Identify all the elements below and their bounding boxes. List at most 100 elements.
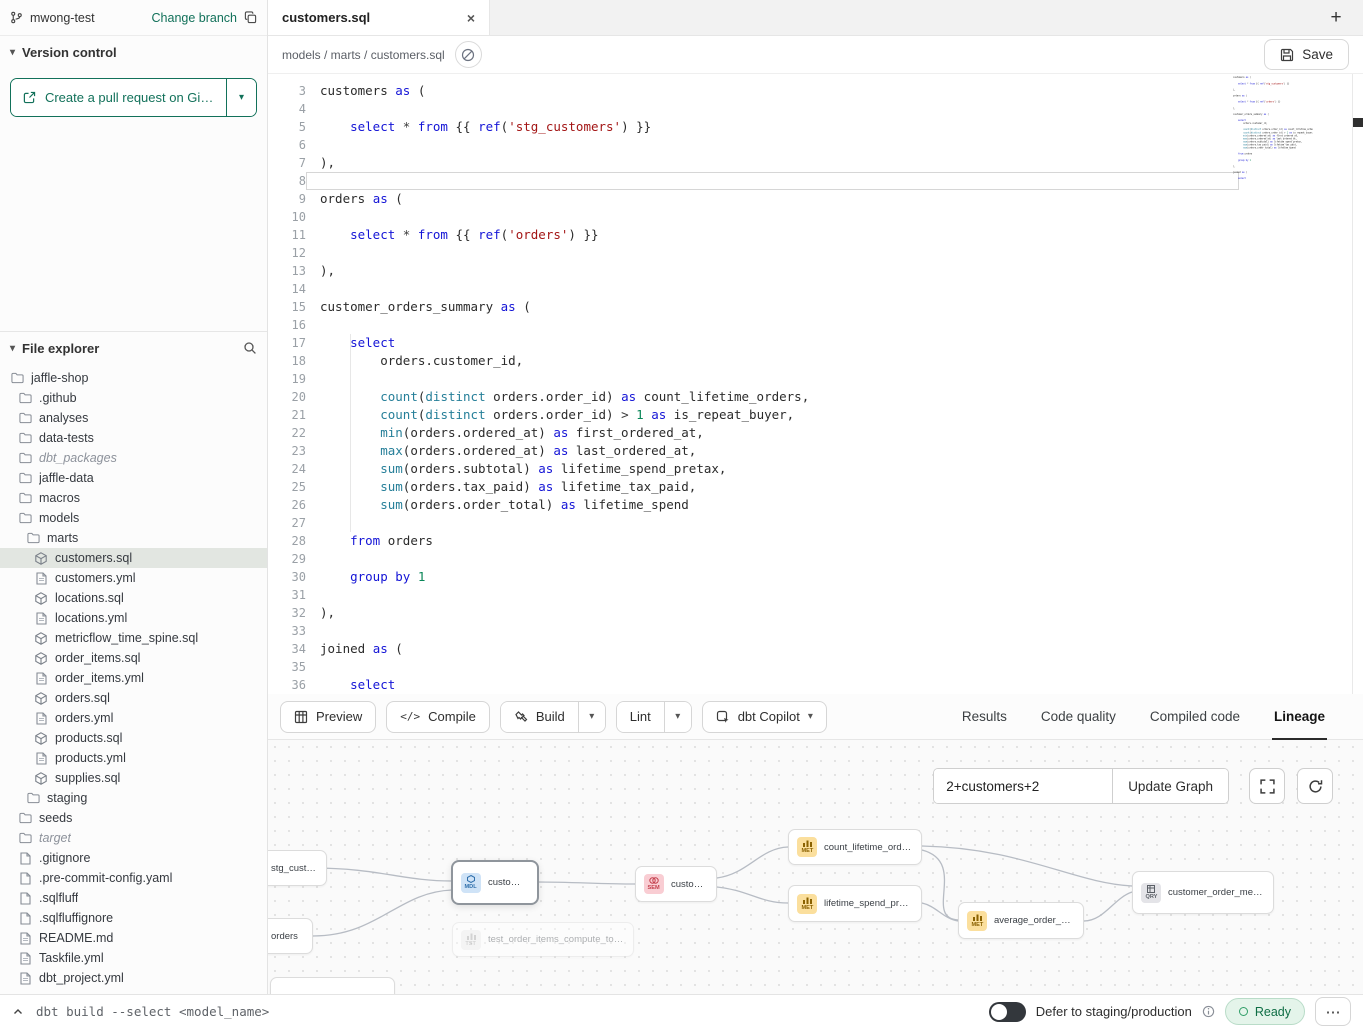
code-line-26[interactable]: 26 sum(orders.order_total) as lifetime_s… bbox=[268, 496, 1363, 514]
file-explorer-header[interactable]: ▾ File explorer bbox=[0, 332, 267, 364]
code-line-13[interactable]: 13), bbox=[268, 262, 1363, 280]
code-line-24[interactable]: 24 sum(orders.subtotal) as lifetime_spen… bbox=[268, 460, 1363, 478]
code-line-21[interactable]: 21 count(distinct orders.order_id) > 1 a… bbox=[268, 406, 1363, 424]
lineage-node-customers[interactable]: MDLcustomers bbox=[452, 861, 538, 904]
code-editor[interactable]: 3customers as (45 select * from {{ ref('… bbox=[268, 74, 1363, 694]
create-pr-button[interactable]: Create a pull request on Git... bbox=[11, 79, 226, 116]
lint-dropdown-button[interactable]: ▾ bbox=[664, 702, 691, 732]
tree-item-seeds[interactable]: seeds bbox=[0, 808, 267, 828]
tree-item-.sqlfluffignore[interactable]: .sqlfluffignore bbox=[0, 908, 267, 928]
code-line-34[interactable]: 34joined as ( bbox=[268, 640, 1363, 658]
tree-item-.pre-commit-config.yaml[interactable]: .pre-commit-config.yaml bbox=[0, 868, 267, 888]
code-line-15[interactable]: 15customer_orders_summary as ( bbox=[268, 298, 1363, 316]
lineage-node-partial[interactable] bbox=[270, 977, 395, 994]
code-line-5[interactable]: 5 select * from {{ ref('stg_customers') … bbox=[268, 118, 1363, 136]
preview-button[interactable]: Preview bbox=[280, 701, 376, 733]
result-tab-lineage[interactable]: Lineage bbox=[1274, 694, 1325, 740]
search-icon[interactable] bbox=[243, 341, 257, 355]
code-line-10[interactable]: 10 bbox=[268, 208, 1363, 226]
new-tab-button[interactable]: + bbox=[1319, 1, 1353, 35]
code-line-9[interactable]: 9orders as ( bbox=[268, 190, 1363, 208]
code-line-32[interactable]: 32), bbox=[268, 604, 1363, 622]
result-tab-code-quality[interactable]: Code quality bbox=[1041, 694, 1116, 740]
tree-item-orders.sql[interactable]: orders.sql bbox=[0, 688, 267, 708]
code-line-29[interactable]: 29 bbox=[268, 550, 1363, 568]
tree-item-staging[interactable]: staging bbox=[0, 788, 267, 808]
code-line-18[interactable]: 18 orders.customer_id, bbox=[268, 352, 1363, 370]
tree-item-products.yml[interactable]: products.yml bbox=[0, 748, 267, 768]
code-line-14[interactable]: 14 bbox=[268, 280, 1363, 298]
lineage-node-average_order_value[interactable]: METaverage_order_value bbox=[958, 902, 1084, 939]
tree-item-Taskfile.yml[interactable]: Taskfile.yml bbox=[0, 948, 267, 968]
tree-item-target[interactable]: target bbox=[0, 828, 267, 848]
more-options-button[interactable]: ⋯ bbox=[1315, 997, 1351, 1026]
lineage-node-stg_customers[interactable]: MDLstg_customers bbox=[268, 850, 327, 886]
tree-item-marts[interactable]: marts bbox=[0, 528, 267, 548]
code-line-7[interactable]: 7), bbox=[268, 154, 1363, 172]
code-line-4[interactable]: 4 bbox=[268, 100, 1363, 118]
refresh-button[interactable] bbox=[1297, 768, 1333, 804]
tab-customers-sql[interactable]: customers.sql × bbox=[268, 0, 490, 35]
code-line-33[interactable]: 33 bbox=[268, 622, 1363, 640]
tree-item-supplies.sql[interactable]: supplies.sql bbox=[0, 768, 267, 788]
code-line-17[interactable]: 17 select bbox=[268, 334, 1363, 352]
code-line-36[interactable]: 36 select bbox=[268, 676, 1363, 694]
tree-item-.gitignore[interactable]: .gitignore bbox=[0, 848, 267, 868]
change-branch-link[interactable]: Change branch bbox=[152, 11, 237, 25]
lineage-node-test_order_items_compute_to_bools...[interactable]: TSTtest_order_items_compute_to_bools... bbox=[452, 922, 634, 957]
editor-scrollbar[interactable] bbox=[1352, 74, 1363, 694]
create-pr-dropdown-button[interactable]: ▾ bbox=[226, 79, 256, 116]
tree-item-dbt_packages[interactable]: dbt_packages bbox=[0, 448, 267, 468]
lineage-selector-input[interactable] bbox=[934, 769, 1112, 803]
code-line-6[interactable]: 6 bbox=[268, 136, 1363, 154]
tree-item-dbt_project.yml[interactable]: dbt_project.yml bbox=[0, 968, 267, 988]
tree-item-products.sql[interactable]: products.sql bbox=[0, 728, 267, 748]
code-line-19[interactable]: 19 bbox=[268, 370, 1363, 388]
code-line-27[interactable]: 27 bbox=[268, 514, 1363, 532]
tree-item-locations.yml[interactable]: locations.yml bbox=[0, 608, 267, 628]
tree-item-orders.yml[interactable]: orders.yml bbox=[0, 708, 267, 728]
tree-item-.sqlfluff[interactable]: .sqlfluff bbox=[0, 888, 267, 908]
code-line-16[interactable]: 16 bbox=[268, 316, 1363, 334]
minimap[interactable]: customers as ( select * from {{ ref('stg… bbox=[1233, 76, 1313, 196]
close-icon[interactable]: × bbox=[467, 10, 475, 26]
build-button[interactable]: Build bbox=[501, 702, 578, 732]
tree-item-locations.sql[interactable]: locations.sql bbox=[0, 588, 267, 608]
code-line-25[interactable]: 25 sum(orders.tax_paid) as lifetime_tax_… bbox=[268, 478, 1363, 496]
code-line-31[interactable]: 31 bbox=[268, 586, 1363, 604]
update-graph-button[interactable]: Update Graph bbox=[1112, 769, 1228, 803]
chevron-up-icon[interactable] bbox=[12, 1006, 24, 1018]
tree-item-customers.yml[interactable]: customers.yml bbox=[0, 568, 267, 588]
fullscreen-button[interactable] bbox=[1249, 768, 1285, 804]
lineage-node-customers[interactable]: SEMcustomers bbox=[635, 866, 717, 902]
code-line-3[interactable]: 3customers as ( bbox=[268, 82, 1363, 100]
result-tab-compiled-code[interactable]: Compiled code bbox=[1150, 694, 1240, 740]
build-dropdown-button[interactable]: ▾ bbox=[578, 702, 605, 732]
tree-item-analyses[interactable]: analyses bbox=[0, 408, 267, 428]
info-icon[interactable] bbox=[1202, 1005, 1215, 1018]
lineage-node-count_lifetime_orders[interactable]: METcount_lifetime_orders bbox=[788, 829, 922, 865]
code-line-8[interactable]: 8 bbox=[268, 172, 1363, 190]
lineage-node-lifetime_spend_pretax[interactable]: METlifetime_spend_pretax bbox=[788, 885, 922, 922]
tree-item-order_items.yml[interactable]: order_items.yml bbox=[0, 668, 267, 688]
save-button[interactable]: Save bbox=[1264, 39, 1349, 70]
dbt-copilot-button[interactable]: dbt Copilot ▾ bbox=[702, 701, 827, 733]
code-line-23[interactable]: 23 max(orders.ordered_at) as last_ordere… bbox=[268, 442, 1363, 460]
result-tab-results[interactable]: Results bbox=[962, 694, 1007, 740]
code-line-22[interactable]: 22 min(orders.ordered_at) as first_order… bbox=[268, 424, 1363, 442]
tree-item-metricflow_time_spine.sql[interactable]: metricflow_time_spine.sql bbox=[0, 628, 267, 648]
tree-item-.github[interactable]: .github bbox=[0, 388, 267, 408]
lineage-node-customer_order_metrics[interactable]: QRYcustomer_order_metrics bbox=[1132, 871, 1274, 914]
version-control-header[interactable]: ▾ Version control bbox=[0, 36, 267, 68]
code-line-28[interactable]: 28 from orders bbox=[268, 532, 1363, 550]
lint-button[interactable]: Lint bbox=[617, 702, 664, 732]
compile-button[interactable]: </> Compile bbox=[386, 701, 490, 733]
tree-item-data-tests[interactable]: data-tests bbox=[0, 428, 267, 448]
defer-toggle[interactable] bbox=[989, 1002, 1026, 1022]
scrollbar-thumb[interactable] bbox=[1353, 118, 1363, 127]
lineage-panel[interactable]: MDLstg_customersMDLordersMDLcustomersSEM… bbox=[268, 740, 1363, 994]
code-line-20[interactable]: 20 count(distinct orders.order_id) as co… bbox=[268, 388, 1363, 406]
tree-item-jaffle-shop[interactable]: jaffle-shop bbox=[0, 368, 267, 388]
tree-item-customers.sql[interactable]: customers.sql bbox=[0, 548, 267, 568]
tree-item-order_items.sql[interactable]: order_items.sql bbox=[0, 648, 267, 668]
